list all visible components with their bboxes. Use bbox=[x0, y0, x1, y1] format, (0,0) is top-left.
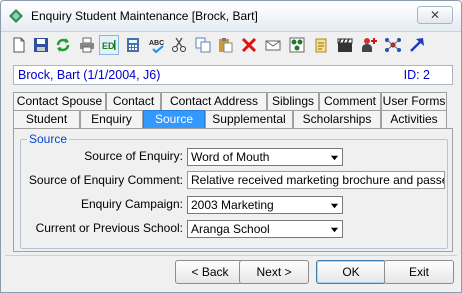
enquiry-student-maintenance-window: Enquiry Student Maintenance [Brock, Bart… bbox=[0, 0, 462, 293]
paste-icon[interactable] bbox=[215, 35, 235, 55]
source-panel: Source Source of Enquiry: Word of Mouth … bbox=[13, 128, 453, 252]
tab-user-forms[interactable]: User Forms bbox=[381, 92, 447, 110]
tab-scholarships[interactable]: Scholarships bbox=[293, 110, 381, 128]
delete-icon[interactable] bbox=[239, 35, 259, 55]
edit-icon[interactable]: ED bbox=[99, 35, 119, 55]
print-icon[interactable] bbox=[77, 35, 97, 55]
group-icon[interactable] bbox=[287, 35, 307, 55]
svg-text:ED: ED bbox=[102, 41, 115, 51]
ok-button[interactable]: OK bbox=[316, 260, 386, 284]
current-previous-school-select[interactable]: Aranga School bbox=[187, 220, 343, 238]
chevron-down-icon[interactable] bbox=[327, 150, 341, 164]
tab-supplemental[interactable]: Supplemental bbox=[205, 110, 293, 128]
source-groupbox: Source Source of Enquiry: Word of Mouth … bbox=[20, 132, 448, 249]
arrow-icon[interactable] bbox=[407, 35, 427, 55]
cut-icon[interactable] bbox=[169, 35, 189, 55]
tab-contact[interactable]: Contact bbox=[106, 92, 161, 110]
tab-siblings[interactable]: Siblings bbox=[267, 92, 319, 110]
next-button[interactable]: Next > bbox=[239, 260, 309, 284]
record-name: Brock, Bart (1/1/2004, J6) bbox=[18, 68, 161, 82]
tab-contact-spouse[interactable]: Contact Spouse bbox=[13, 92, 106, 110]
save-icon[interactable] bbox=[31, 35, 51, 55]
source-of-enquiry-select[interactable]: Word of Mouth bbox=[187, 148, 343, 166]
chevron-down-icon[interactable] bbox=[327, 222, 341, 236]
tab-student[interactable]: Student bbox=[13, 110, 80, 128]
enquiry-campaign-label: Enquiry Campaign: bbox=[80, 197, 183, 211]
network-icon[interactable] bbox=[383, 35, 403, 55]
divider bbox=[5, 255, 457, 256]
toolbar: ED ABC bbox=[5, 33, 457, 57]
source-of-enquiry-comment-value: Relative received marketing brochure and… bbox=[191, 173, 445, 187]
source-group-label: Source bbox=[27, 132, 70, 146]
clapboard-icon[interactable] bbox=[335, 35, 355, 55]
person-plus-icon[interactable] bbox=[359, 35, 379, 55]
source-of-enquiry-comment-label: Source of Enquiry Comment: bbox=[28, 173, 183, 187]
refresh-icon[interactable] bbox=[53, 35, 73, 55]
enquiry-campaign-select[interactable]: 2003 Marketing bbox=[187, 196, 343, 214]
source-of-enquiry-comment-field[interactable]: Relative received marketing brochure and… bbox=[187, 171, 445, 189]
exit-button[interactable]: Exit bbox=[384, 260, 454, 284]
source-of-enquiry-value: Word of Mouth bbox=[191, 150, 270, 164]
title-bar: Enquiry Student Maintenance [Brock, Bart… bbox=[1, 1, 461, 32]
enquiry-campaign-value: 2003 Marketing bbox=[191, 198, 274, 212]
window-title: Enquiry Student Maintenance [Brock, Bart… bbox=[31, 9, 258, 23]
tab-enquiry[interactable]: Enquiry bbox=[80, 110, 143, 128]
notes-icon[interactable] bbox=[311, 35, 331, 55]
tab-source[interactable]: Source bbox=[143, 110, 205, 128]
source-of-enquiry-label: Source of Enquiry: bbox=[84, 149, 183, 163]
new-icon[interactable] bbox=[9, 35, 29, 55]
chevron-down-icon[interactable] bbox=[327, 198, 341, 212]
email-icon[interactable] bbox=[263, 35, 283, 55]
current-previous-school-value: Aranga School bbox=[191, 222, 270, 236]
app-diamond-icon bbox=[9, 9, 23, 23]
close-button[interactable]: ✕ bbox=[417, 6, 453, 24]
record-header: Brock, Bart (1/1/2004, J6) ID: 2 bbox=[13, 65, 453, 85]
record-id: ID: 2 bbox=[403, 68, 430, 82]
tab-contact-address[interactable]: Contact Address bbox=[161, 92, 267, 110]
back-button[interactable]: < Back bbox=[175, 260, 245, 284]
copy-icon[interactable] bbox=[193, 35, 213, 55]
calculator-icon[interactable] bbox=[123, 35, 143, 55]
tab-activities[interactable]: Activities bbox=[381, 110, 447, 128]
tab-comment[interactable]: Comment bbox=[319, 92, 381, 110]
current-previous-school-label: Current or Previous School: bbox=[35, 221, 183, 235]
spellcheck-icon[interactable]: ABC bbox=[147, 35, 167, 55]
